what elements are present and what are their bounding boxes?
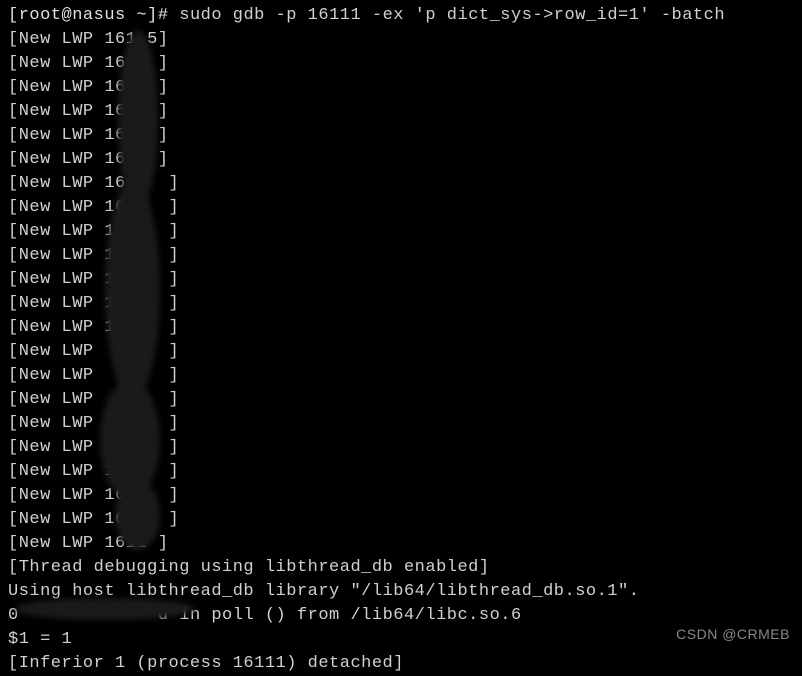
lwp-line: [New LWP ] — [8, 388, 794, 412]
lwp-line: [New LWP 1614 ] — [8, 76, 794, 100]
lwp-line: [New LWP ] — [8, 364, 794, 388]
lwp-line: [New LWP 1 ] — [8, 268, 794, 292]
prompt-close: ]# — [147, 6, 179, 25]
watermark-text: CSDN @CRMEB — [676, 622, 790, 646]
lwp-line: [New LWP 1 ] — [8, 292, 794, 316]
using-host-line: Using host libthread_db library "/lib64/… — [8, 580, 794, 604]
lwp-line: [New LWP 1 ] — [8, 460, 794, 484]
lwp-line: [New LWP 161 ] — [8, 148, 794, 172]
prompt-bracket: [ — [8, 6, 19, 25]
lwp-line: [New LWP 1 ] — [8, 316, 794, 340]
lwp-line: [New LWP 16 ] — [8, 196, 794, 220]
lwp-line: [New LWP 161 5] — [8, 28, 794, 52]
detached-line: [Inferior 1 (process 16111) detached] — [8, 652, 794, 676]
lwp-line: [New LWP 5 ] — [8, 436, 794, 460]
lwp-line: [New LWP 16.1 ] — [8, 508, 794, 532]
lwp-line: [New LWP 16 ] — [8, 244, 794, 268]
lwp-line: [New LWP 1611 ] — [8, 532, 794, 556]
lwp-line: [New LWP 161 ] — [8, 124, 794, 148]
prompt-line: [root@nasus ~]# sudo gdb -p 16111 -ex 'p… — [8, 4, 794, 28]
command-text: sudo gdb -p 16111 -ex 'p dict_sys->row_i… — [179, 6, 725, 25]
terminal-output[interactable]: [root@nasus ~]# sudo gdb -p 16111 -ex 'p… — [8, 4, 794, 676]
thread-debug-line: [Thread debugging using libthread_db ena… — [8, 556, 794, 580]
lwp-line: [New LWP 1618 ] — [8, 52, 794, 76]
prompt-user: root@nasus — [19, 6, 126, 25]
prompt-tilde: ~ — [126, 6, 147, 25]
poll-suffix: d in poll () from /lib64/libc.so.6 — [94, 606, 522, 625]
poll-prefix: 0 — [8, 606, 94, 625]
lwp-line: [New LWP ] — [8, 412, 794, 436]
lwp-line: [New LWP 1614 ] — [8, 100, 794, 124]
lwp-line: [New LWP 16 ] — [8, 220, 794, 244]
lwp-line: [New LWP ] — [8, 340, 794, 364]
lwp-line: [New LWP 16 ] — [8, 484, 794, 508]
lwp-line: [New LWP 161 ] — [8, 172, 794, 196]
